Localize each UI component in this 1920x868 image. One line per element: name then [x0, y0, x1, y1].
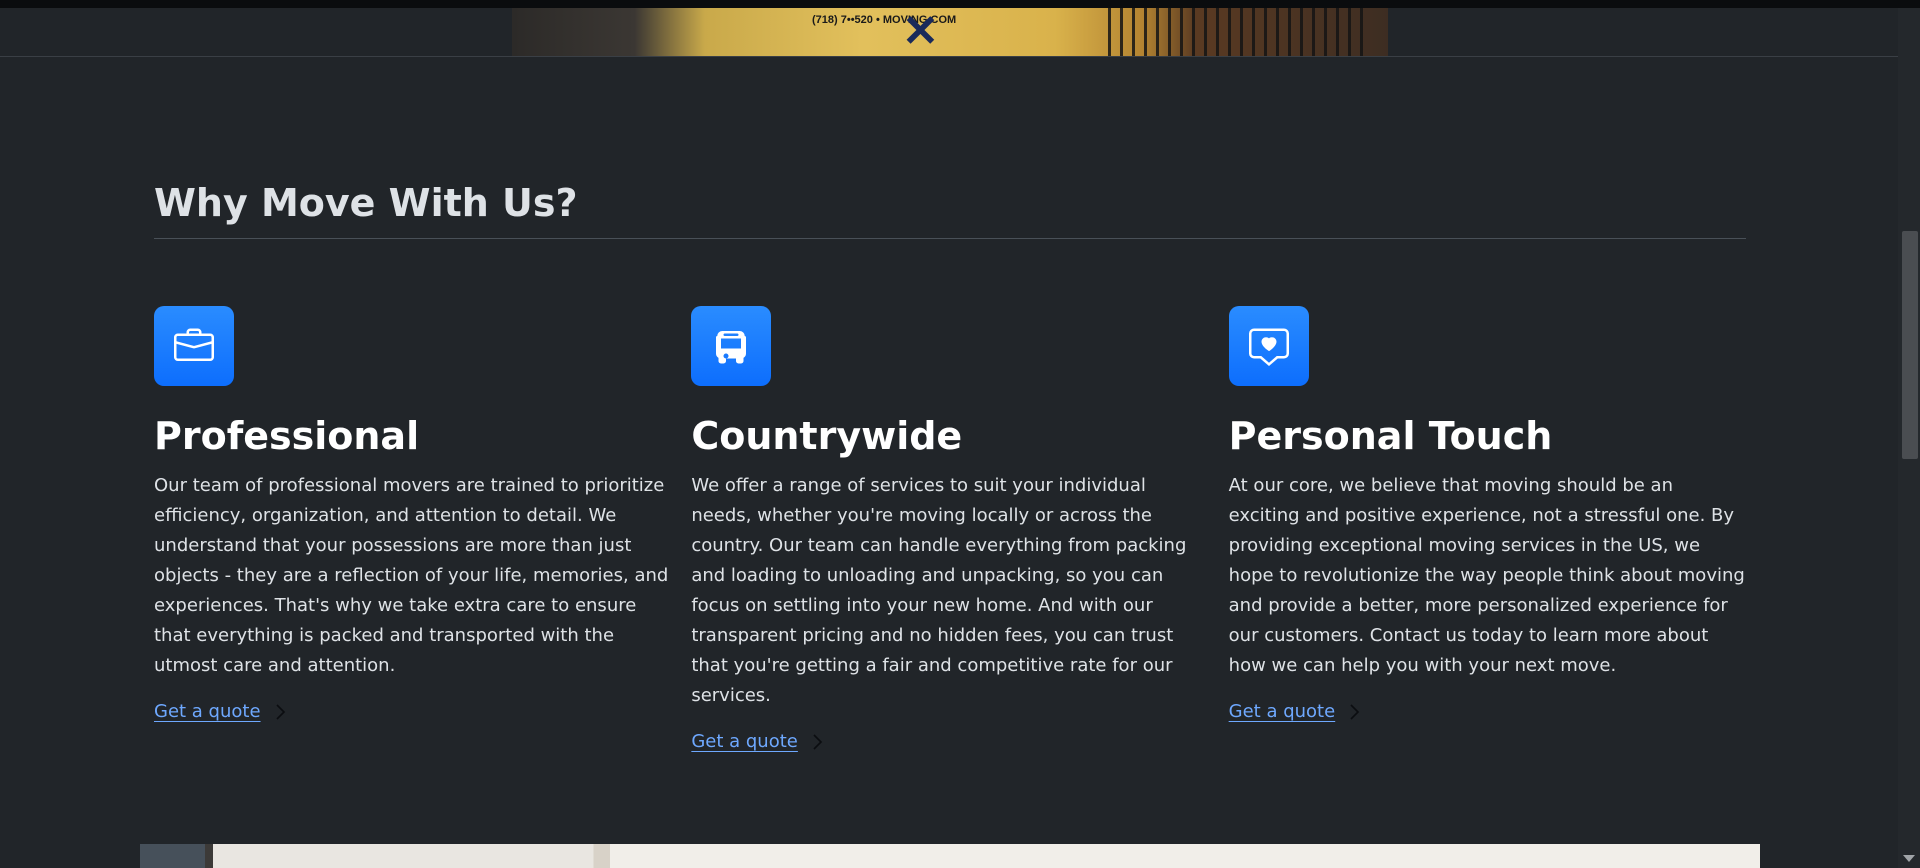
get-a-quote-link[interactable]: Get a quote	[691, 729, 798, 755]
feature-description: At our core, we believe that moving shou…	[1228, 475, 1745, 676]
feature-title: Personal Touch	[1228, 414, 1553, 458]
get-a-quote-link[interactable]: Get a quote	[1229, 699, 1336, 725]
next-section-image	[140, 844, 1760, 868]
briefcase-icon	[154, 306, 234, 386]
hero-divider	[0, 56, 1898, 57]
features-row: Professional Our team of professional mo…	[154, 306, 1746, 755]
get-a-quote-link-row: Get a quote	[1229, 699, 1746, 725]
scroll-down-arrow-icon[interactable]	[1903, 855, 1915, 862]
hero-moving-truck-image: (718) 7••520 • MOVING.COM ✕	[512, 8, 1388, 56]
feature-description: Our team of professional movers are trai…	[154, 475, 669, 676]
chevron-right-icon	[1347, 703, 1361, 721]
section-title: Why Move With Us?	[154, 170, 1746, 239]
bus-icon	[691, 306, 772, 386]
get-a-quote-link-row: Get a quote	[154, 699, 671, 725]
feature-description: We offer a range of services to suit you…	[691, 475, 1187, 706]
chat-heart-icon	[1228, 306, 1309, 386]
feature-title: Professional	[154, 414, 420, 458]
browser-top-edge	[0, 0, 1920, 8]
feature-personal-touch: Personal Touch At our core, we believe t…	[1228, 306, 1746, 755]
feature-countrywide: Countrywide We offer a range of services…	[691, 306, 1208, 755]
feature-title: Countrywide	[691, 414, 963, 458]
get-a-quote-link-row: Get a quote	[691, 729, 1208, 755]
chevron-right-icon	[273, 703, 287, 721]
feature-professional: Professional Our team of professional mo…	[154, 306, 671, 755]
scrollbar-thumb[interactable]	[1902, 231, 1918, 459]
chevron-right-icon	[810, 733, 824, 751]
get-a-quote-link[interactable]: Get a quote	[154, 699, 261, 725]
page-scrollbar[interactable]	[1898, 8, 1920, 868]
why-move-section: Why Move With Us? Professional Our team …	[154, 170, 1746, 752]
